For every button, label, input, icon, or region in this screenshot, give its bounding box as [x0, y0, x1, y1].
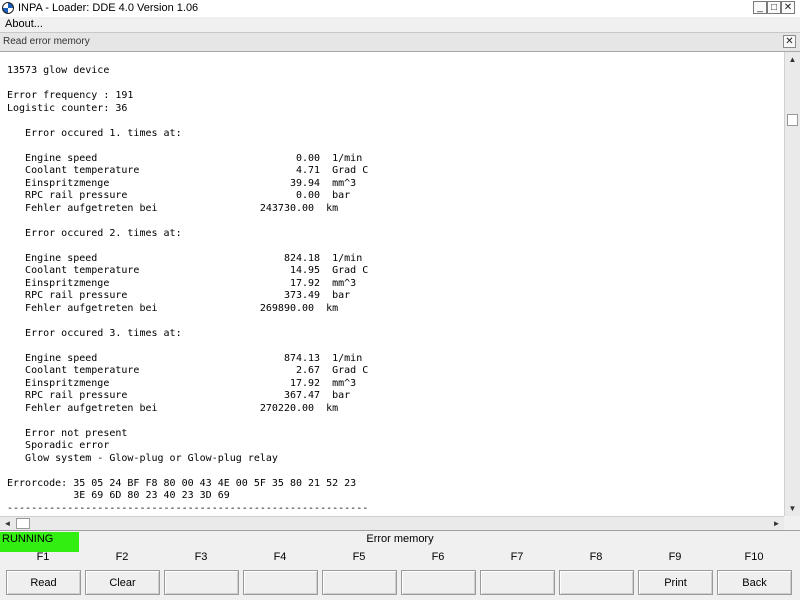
fkey-label-f2: F2 — [115, 551, 129, 563]
clear-button[interactable]: Clear — [85, 570, 160, 595]
window-title: INPA - Loader: DDE 4.0 Version 1.06 — [18, 2, 199, 14]
output-line: Fehler aufgetreten bei 270220.00 km — [7, 402, 339, 414]
f6-button[interactable] — [401, 570, 476, 595]
output-line: Fehler aufgetreten bei 269890.00 km — [7, 302, 339, 314]
f8-button[interactable] — [559, 570, 634, 595]
minimize-button[interactable]: _ — [753, 1, 767, 14]
output-line: Coolant temperature 2.67 Grad C — [7, 365, 369, 376]
output-line: Einspritzmenge 17.92 mm^3 — [7, 277, 357, 289]
scroll-down-arrow-icon[interactable]: ▼ — [785, 501, 800, 516]
fkey-label-f8: F8 — [589, 551, 603, 563]
fkey-label-f10: F10 — [744, 551, 764, 563]
output-line: Logistic counter: 36 — [7, 102, 128, 114]
output-line: Error occured 3. times at: — [7, 327, 182, 339]
fkey-label-f3: F3 — [194, 551, 208, 563]
scroll-right-arrow-icon[interactable]: ► — [769, 517, 784, 530]
output-line: Einspritzmenge 39.94 mm^3 — [7, 177, 357, 189]
output-line: 3E 69 6D 80 23 40 23 3D 69 — [7, 490, 230, 501]
menu-about[interactable]: About... — [5, 18, 43, 30]
output-line: Error not present — [7, 427, 128, 439]
maximize-button[interactable]: □ — [767, 1, 781, 14]
bmw-logo-icon — [2, 2, 14, 14]
output-line: Engine speed 874.13 1/min — [7, 352, 363, 364]
function-key-labels: F1 F2 F3 F4 F5 F6 F7 F8 F9 F10 — [0, 551, 800, 567]
fkey-label-f4: F4 — [273, 551, 287, 563]
fkey-label-f7: F7 — [510, 551, 524, 563]
print-button[interactable]: Print — [638, 570, 713, 595]
output-line: Coolant temperature 4.71 Grad C — [7, 165, 369, 176]
horizontal-scrollbar[interactable]: ◄ ► — [0, 516, 784, 530]
output-line: Errorcode: 35 05 24 BF F8 80 00 43 4E 00… — [7, 477, 357, 489]
output-line: RPC rail pressure 0.00 bar — [7, 190, 351, 201]
output-line: RPC rail pressure 373.49 bar — [7, 290, 351, 301]
f3-button[interactable] — [164, 570, 239, 595]
fkey-label-f6: F6 — [431, 551, 445, 563]
back-button[interactable]: Back — [717, 570, 792, 595]
horizontal-scroll-thumb[interactable] — [16, 518, 30, 529]
f7-button[interactable] — [480, 570, 555, 595]
menu-bar: About... — [0, 17, 800, 33]
close-button[interactable]: ✕ — [781, 1, 795, 14]
output-line: RPC rail pressure 367.47 bar — [7, 390, 351, 401]
running-indicator: RUNNING — [0, 532, 79, 552]
scroll-up-arrow-icon[interactable]: ▲ — [785, 52, 800, 67]
child-window-title: Read error memory — [3, 36, 90, 47]
read-button[interactable]: Read — [6, 570, 81, 595]
f5-button[interactable] — [322, 570, 397, 595]
status-bar: Error memory RUNNING — [0, 530, 800, 552]
vertical-scroll-thumb[interactable] — [787, 114, 798, 126]
child-window-header: Read error memory ✕ — [0, 33, 800, 52]
title-bar: INPA - Loader: DDE 4.0 Version 1.06 _ □ … — [0, 0, 800, 18]
output-line: Einspritzmenge 17.92 mm^3 — [7, 377, 357, 389]
output-line: 13573 glow device — [7, 65, 110, 76]
output-line: Sporadic error — [7, 440, 110, 451]
vertical-scrollbar[interactable]: ▲ ▼ — [784, 52, 800, 516]
output-line: Engine speed 824.18 1/min — [7, 252, 363, 264]
scroll-left-arrow-icon[interactable]: ◄ — [0, 517, 15, 530]
output-line: Engine speed 0.00 1/min — [7, 152, 363, 164]
screen-title: Error memory — [366, 533, 434, 545]
output-line: Error occured 1. times at: — [7, 127, 182, 139]
fkey-label-f5: F5 — [352, 551, 366, 563]
error-memory-output: 13573 glow device Error frequency : 191 … — [0, 52, 784, 516]
output-line: Error frequency : 191 — [7, 90, 134, 101]
output-line: ----------------------------------------… — [7, 502, 369, 514]
f4-button[interactable] — [243, 570, 318, 595]
fkey-label-f9: F9 — [668, 551, 682, 563]
error-memory-text: 13573 glow device Error frequency : 191 … — [7, 65, 368, 515]
fkey-label-f1: F1 — [36, 551, 50, 563]
output-line: Coolant temperature 14.95 Grad C — [7, 265, 369, 276]
scroll-corner — [784, 516, 800, 530]
output-line: Fehler aufgetreten bei 243730.00 km — [7, 202, 339, 214]
child-close-button[interactable]: ✕ — [783, 35, 796, 48]
output-line: Error occured 2. times at: — [7, 227, 182, 239]
output-line: Glow system - Glow-plug or Glow-plug rel… — [7, 452, 278, 464]
